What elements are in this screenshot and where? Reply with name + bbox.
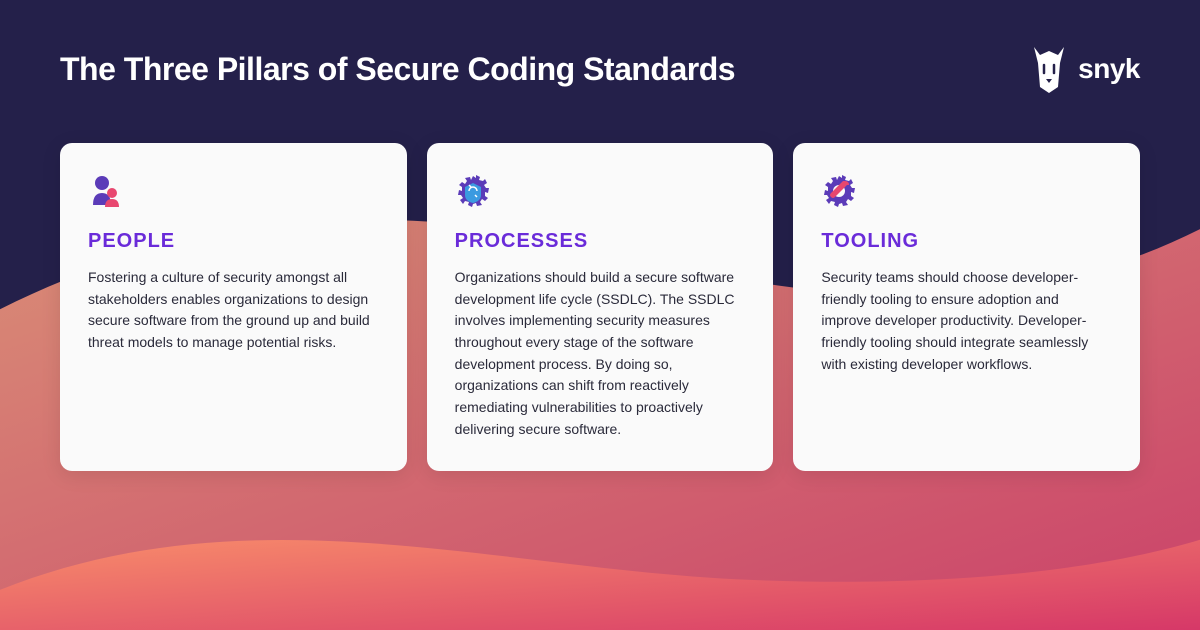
snyk-logo: snyk bbox=[1030, 45, 1140, 93]
pillar-title: PEOPLE bbox=[88, 230, 379, 253]
pillar-title: TOOLING bbox=[821, 230, 1112, 253]
pillar-body: Organizations should build a secure soft… bbox=[455, 267, 746, 441]
header: The Three Pillars of Secure Coding Stand… bbox=[0, 0, 1200, 93]
pillar-body: Fostering a culture of security amongst … bbox=[88, 267, 379, 354]
people-icon bbox=[88, 173, 124, 209]
snyk-logo-text: snyk bbox=[1078, 53, 1140, 85]
tooling-icon bbox=[821, 173, 857, 209]
pillar-card-people: PEOPLE Fostering a culture of security a… bbox=[60, 143, 407, 471]
pillar-cards: PEOPLE Fostering a culture of security a… bbox=[0, 93, 1200, 471]
pillar-title: PROCESSES bbox=[455, 230, 746, 253]
pillar-card-processes: PROCESSES Organizations should build a s… bbox=[427, 143, 774, 471]
snyk-dog-icon bbox=[1030, 45, 1068, 93]
pillar-card-tooling: TOOLING Security teams should choose dev… bbox=[793, 143, 1140, 471]
processes-icon bbox=[455, 173, 491, 209]
page-title: The Three Pillars of Secure Coding Stand… bbox=[60, 51, 735, 88]
pillar-body: Security teams should choose developer-f… bbox=[821, 267, 1112, 375]
